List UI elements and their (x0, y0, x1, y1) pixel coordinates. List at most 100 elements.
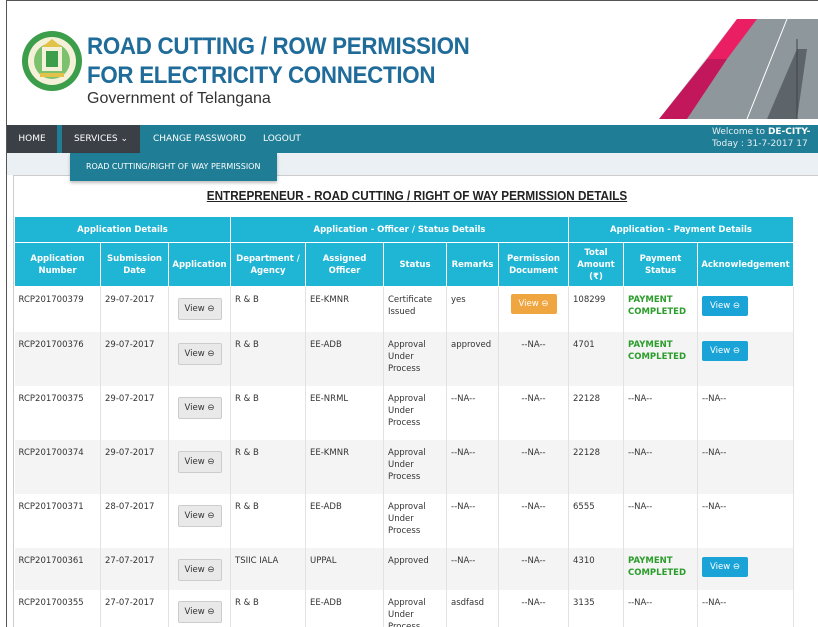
cell-application: View ⊖ (169, 494, 231, 548)
telangana-emblem-logo (20, 23, 84, 99)
cell-department: R & B (231, 440, 306, 494)
view-application-button[interactable]: View ⊖ (178, 505, 222, 527)
cell-permission-document: --NA-- (499, 494, 569, 548)
view-acknowledgement-button[interactable]: View ⊖ (702, 557, 748, 577)
services-dropdown-item-road-cutting[interactable]: ROAD CUTTING/RIGHT OF WAY PERMISSION (70, 153, 277, 181)
cell-application: View ⊖ (169, 287, 231, 332)
cell-acknowledgement: View ⊖ (698, 332, 794, 386)
col-header-application-number: Application Number (15, 243, 101, 287)
cell-acknowledgement: --NA-- (698, 590, 794, 627)
cell-remarks: asdfasd (447, 590, 499, 627)
nav-home[interactable]: HOME (7, 125, 57, 153)
welcome-prefix: Welcome to (712, 127, 768, 137)
view-application-button[interactable]: View ⊖ (178, 397, 222, 419)
cell-remarks: --NA-- (447, 440, 499, 494)
cell-department: R & B (231, 590, 306, 627)
cell-application: View ⊖ (169, 548, 231, 590)
cell-application-number: RCP201700379 (15, 287, 101, 332)
cell-application-number: RCP201700355 (15, 590, 101, 627)
cell-submission-date: 27-07-2017 (101, 590, 169, 627)
col-header-remarks: Remarks (447, 243, 499, 287)
cell-status: Approval Under Process (384, 440, 447, 494)
site-title-line1: ROAD CUTTING / ROW PERMISSION (87, 34, 470, 60)
cell-total-amount: 4701 (569, 332, 624, 386)
cell-remarks: yes (447, 287, 499, 332)
cell-submission-date: 27-07-2017 (101, 548, 169, 590)
cell-permission-document: --NA-- (499, 386, 569, 440)
nav-change-password[interactable]: CHANGE PASSWORD (153, 125, 246, 153)
cell-submission-date: 29-07-2017 (101, 332, 169, 386)
cell-status: Approval Under Process (384, 332, 447, 386)
main-navbar: HOME SERVICES ⌄ CHANGE PASSWORD LOGOUT W… (7, 125, 818, 153)
view-application-button[interactable]: View ⊖ (178, 343, 222, 365)
cell-acknowledgement: --NA-- (698, 386, 794, 440)
cell-total-amount: 4310 (569, 548, 624, 590)
col-header-permission-document: Permission Document (499, 243, 569, 287)
site-subtitle: Government of Telangana (87, 90, 271, 108)
cell-application: View ⊖ (169, 590, 231, 627)
cell-application-number: RCP201700374 (15, 440, 101, 494)
cell-officer: EE-ADB (306, 494, 384, 548)
group-header-payment: Application - Payment Details (569, 217, 794, 243)
cell-acknowledgement: View ⊖ (698, 548, 794, 590)
cell-total-amount: 6555 (569, 494, 624, 548)
view-application-button[interactable]: View ⊖ (178, 451, 222, 473)
site-header: ROAD CUTTING / ROW PERMISSION FOR ELECTR… (7, 1, 818, 125)
view-application-button[interactable]: View ⊖ (178, 601, 222, 623)
view-acknowledgement-button[interactable]: View ⊖ (702, 296, 748, 316)
site-title-line2: FOR ELECTRICITY CONNECTION (87, 63, 435, 89)
cell-status: Approval Under Process (384, 590, 447, 627)
table-column-header-row: Application Number Submission Date Appli… (15, 243, 794, 287)
col-header-application: Application (169, 243, 231, 287)
table-row: RCP201700375 29-07-2017 View ⊖ R & B EE-… (15, 386, 794, 440)
cell-application-number: RCP201700361 (15, 548, 101, 590)
cell-total-amount: 22128 (569, 386, 624, 440)
view-application-button[interactable]: View ⊖ (178, 298, 222, 320)
cell-remarks: --NA-- (447, 386, 499, 440)
cell-officer: EE-ADB (306, 332, 384, 386)
view-acknowledgement-button[interactable]: View ⊖ (702, 341, 748, 361)
cell-department: R & B (231, 386, 306, 440)
col-header-payment-status: Payment Status (624, 243, 698, 287)
cell-remarks: --NA-- (447, 494, 499, 548)
cell-officer: EE-KMNR (306, 287, 384, 332)
cell-acknowledgement: --NA-- (698, 440, 794, 494)
cell-payment-status: --NA-- (624, 494, 698, 548)
nav-logout[interactable]: LOGOUT (263, 125, 301, 153)
cell-officer: EE-ADB (306, 590, 384, 627)
cell-application-number: RCP201700376 (15, 332, 101, 386)
cell-department: R & B (231, 287, 306, 332)
cell-department: R & B (231, 494, 306, 548)
cell-permission-document: --NA-- (499, 590, 569, 627)
cell-payment-status: PAYMENT COMPLETED (624, 548, 698, 590)
table-row: RCP201700379 29-07-2017 View ⊖ R & B EE-… (15, 287, 794, 332)
road-banner-image (647, 19, 818, 119)
cell-payment-status: PAYMENT COMPLETED (624, 287, 698, 332)
welcome-info: Welcome to DE-CITY- Today : 31-7-2017 17 (712, 126, 818, 150)
cell-remarks: --NA-- (447, 548, 499, 590)
table-row: RCP201700376 29-07-2017 View ⊖ R & B EE-… (15, 332, 794, 386)
cell-application: View ⊖ (169, 332, 231, 386)
cell-application-number: RCP201700375 (15, 386, 101, 440)
nav-services[interactable]: SERVICES ⌄ (62, 125, 140, 153)
cell-submission-date: 29-07-2017 (101, 287, 169, 332)
cell-department: TSIIC IALA (231, 548, 306, 590)
cell-department: R & B (231, 332, 306, 386)
cell-acknowledgement: View ⊖ (698, 287, 794, 332)
cell-officer: EE-NRML (306, 386, 384, 440)
col-header-status: Status (384, 243, 447, 287)
cell-payment-status: --NA-- (624, 440, 698, 494)
cell-permission-document: --NA-- (499, 440, 569, 494)
cell-application-number: RCP201700371 (15, 494, 101, 548)
col-header-department: Department / Agency (231, 243, 306, 287)
cell-status: Approval Under Process (384, 494, 447, 548)
view-permission-document-button[interactable]: View ⊖ (511, 294, 557, 314)
col-header-submission-date: Submission Date (101, 243, 169, 287)
table-row: RCP201700371 28-07-2017 View ⊖ R & B EE-… (15, 494, 794, 548)
cell-permission-document: View ⊖ (499, 287, 569, 332)
table-row: RCP201700374 29-07-2017 View ⊖ R & B EE-… (15, 440, 794, 494)
view-application-button[interactable]: View ⊖ (178, 559, 222, 581)
cell-payment-status: --NA-- (624, 590, 698, 627)
group-header-application: Application Details (15, 217, 231, 243)
page-heading: ENTREPRENEUR - ROAD CUTTING / RIGHT OF W… (54, 188, 779, 203)
